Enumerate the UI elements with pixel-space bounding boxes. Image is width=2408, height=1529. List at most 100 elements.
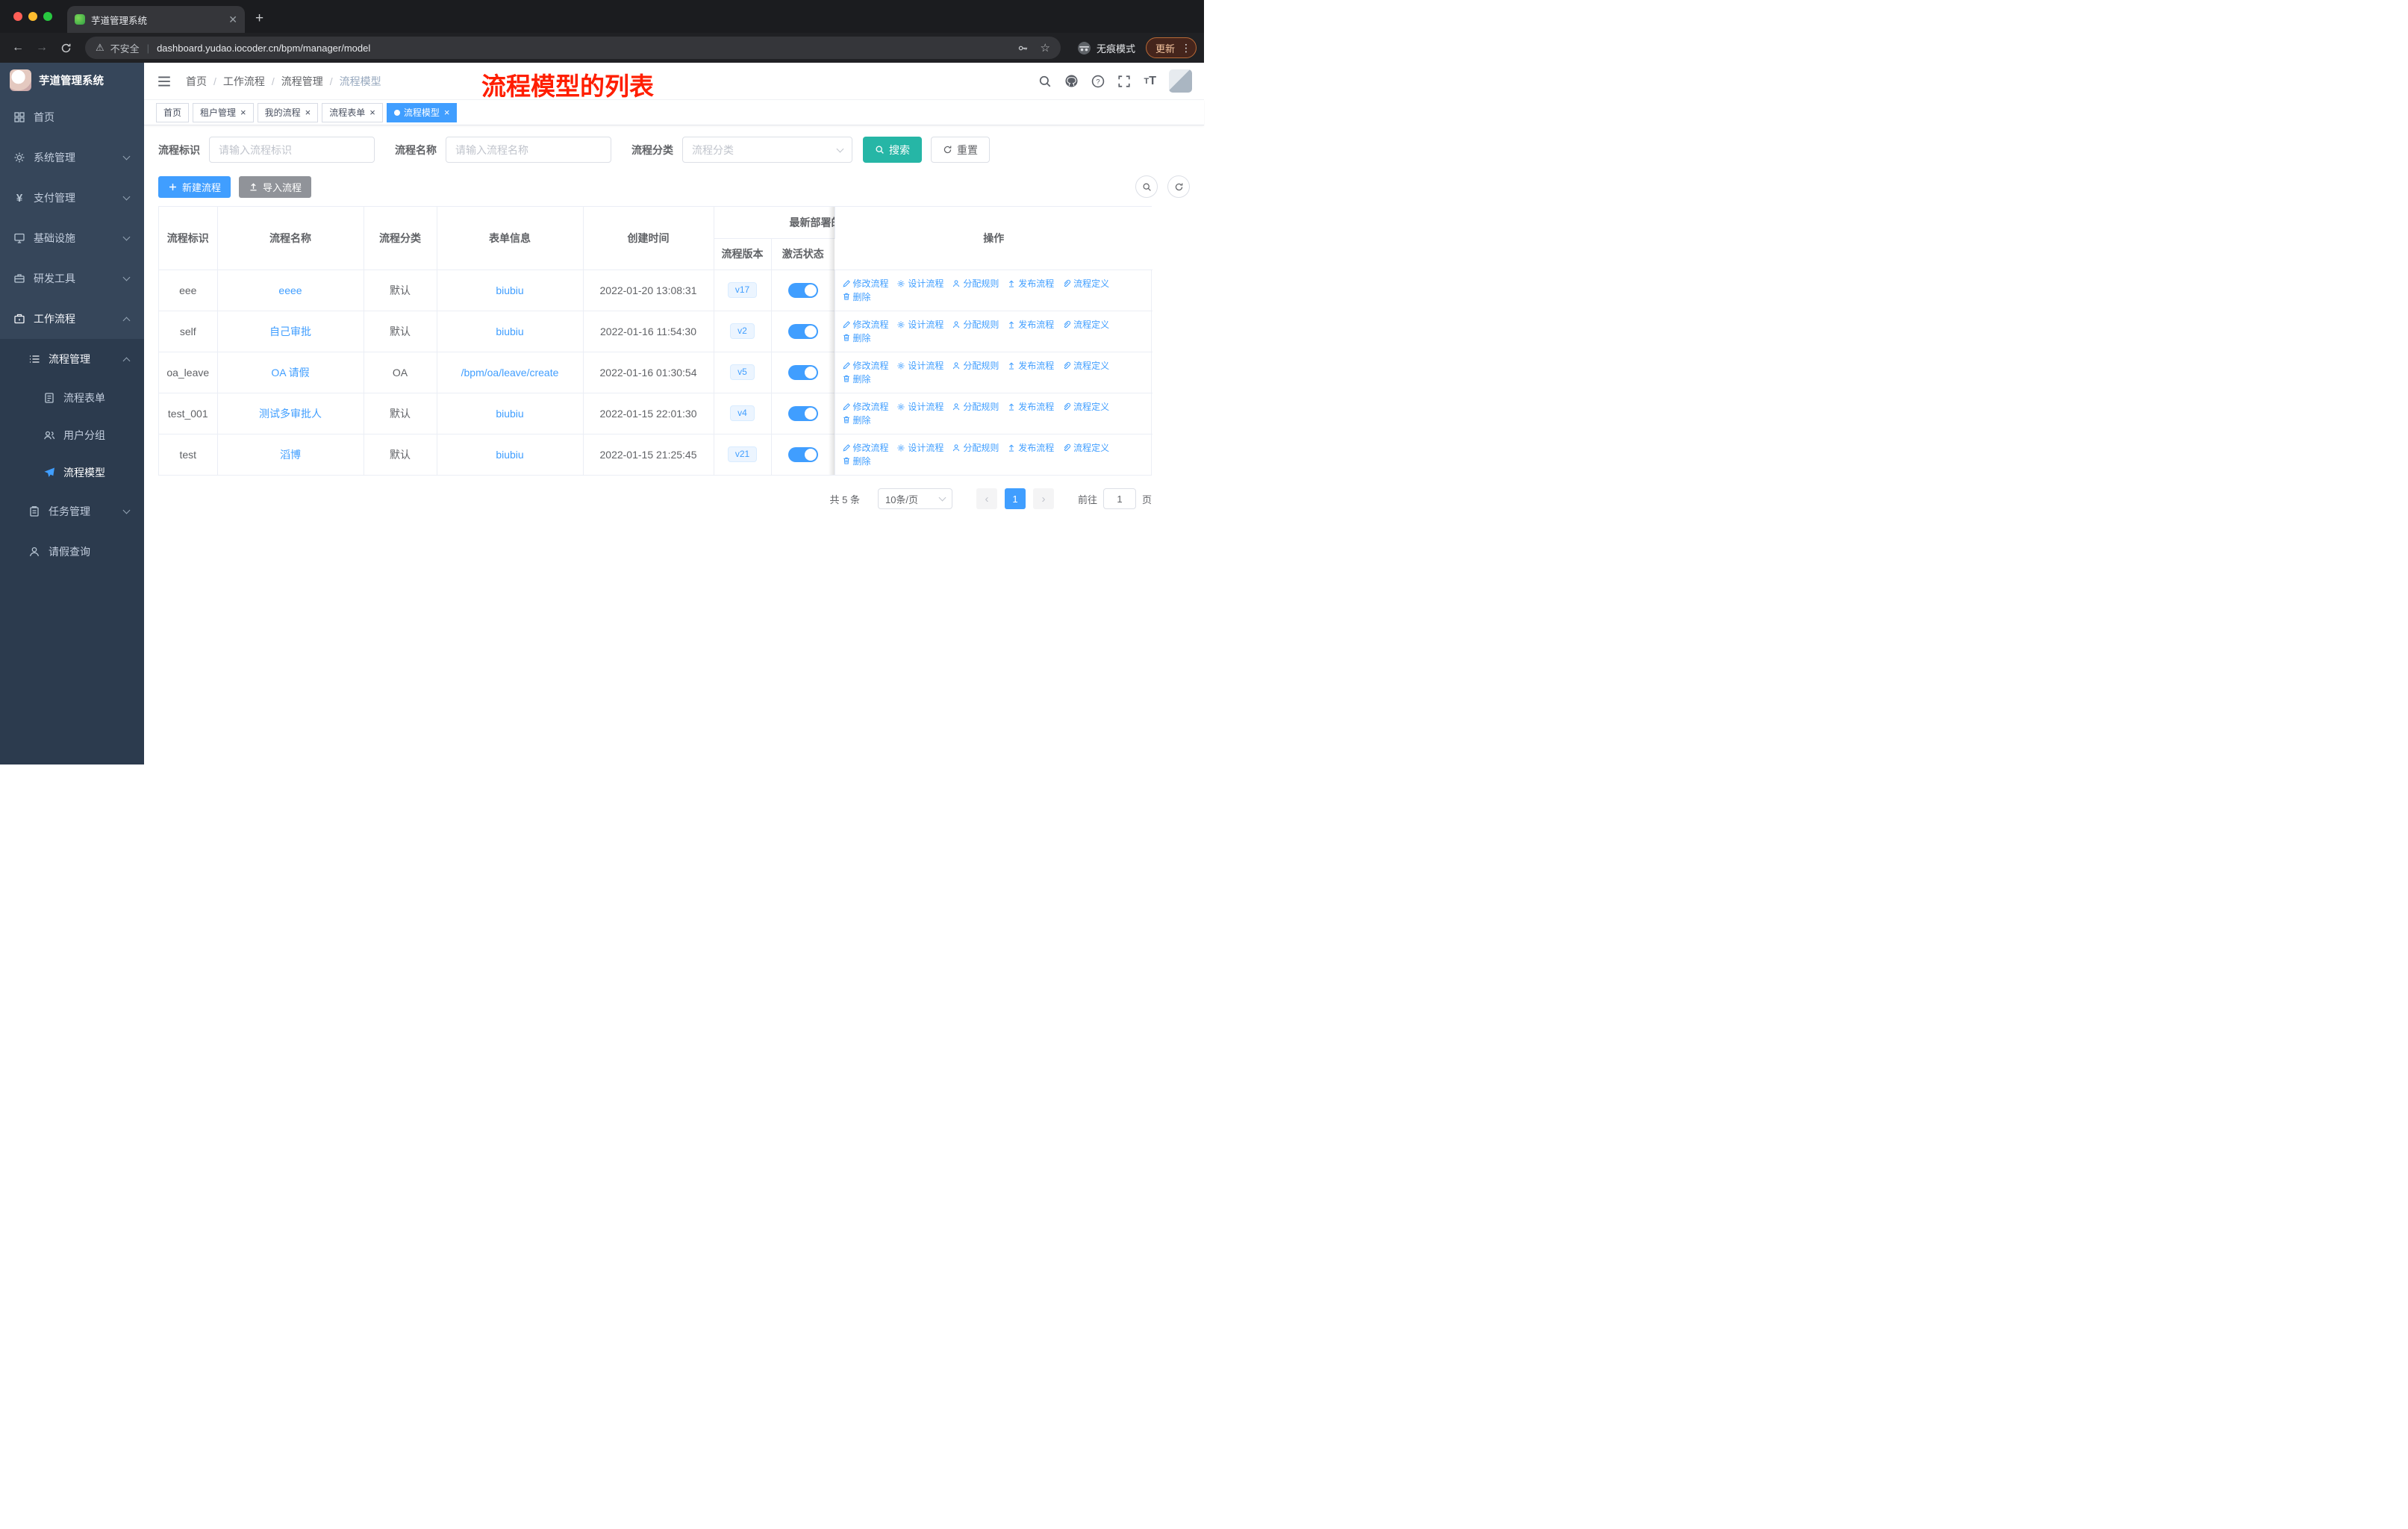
- close-icon[interactable]: ×: [240, 108, 246, 117]
- sidebar-item-workflow[interactable]: 工作流程: [0, 299, 144, 339]
- github-icon[interactable]: [1064, 74, 1079, 88]
- process-definition-link[interactable]: 流程定义: [1062, 400, 1109, 413]
- form-info-link[interactable]: biubiu: [496, 408, 523, 420]
- active-toggle[interactable]: [787, 364, 818, 380]
- publish-process-link[interactable]: 发布流程: [1007, 277, 1054, 290]
- page-size-select[interactable]: 10条/页: [877, 488, 952, 509]
- delete-process-link[interactable]: 删除: [842, 414, 871, 426]
- sidebar-item-process-management[interactable]: 流程管理: [0, 339, 144, 379]
- create-process-button[interactable]: 新建流程: [158, 175, 231, 198]
- prev-page-button[interactable]: ‹: [976, 488, 997, 509]
- goto-page-input[interactable]: [1102, 488, 1136, 509]
- tag-process-form[interactable]: 流程表单 ×: [322, 102, 383, 122]
- sidebar-item-devtools[interactable]: 研发工具: [0, 258, 144, 299]
- process-name-input[interactable]: [446, 137, 611, 163]
- sidebar-item-task-management[interactable]: 任务管理: [0, 491, 144, 532]
- back-button[interactable]: ←: [7, 37, 28, 58]
- breadcrumb-workflow[interactable]: 工作流程: [223, 74, 265, 89]
- font-size-icon[interactable]: TT: [1144, 75, 1156, 88]
- design-process-link[interactable]: 设计流程: [896, 318, 943, 331]
- browser-tab[interactable]: 芋道管理系统 ✕: [67, 6, 245, 33]
- active-toggle[interactable]: [787, 323, 818, 339]
- toggle-search-button[interactable]: [1135, 175, 1158, 198]
- sidebar-item-system[interactable]: 系统管理: [0, 137, 144, 178]
- edit-process-link[interactable]: 修改流程: [842, 318, 889, 331]
- publish-process-link[interactable]: 发布流程: [1007, 400, 1054, 413]
- page-1-button[interactable]: 1: [1004, 488, 1026, 509]
- reset-button[interactable]: 重置: [931, 137, 990, 163]
- form-info-link[interactable]: biubiu: [496, 449, 523, 461]
- tag-home[interactable]: 首页: [156, 102, 190, 122]
- process-category-select[interactable]: 流程分类: [682, 137, 852, 163]
- process-name-link[interactable]: 测试多审批人: [259, 408, 322, 420]
- edit-process-link[interactable]: 修改流程: [842, 359, 889, 372]
- update-button[interactable]: 更新 ⋮: [1145, 37, 1197, 58]
- edit-process-link[interactable]: 修改流程: [842, 441, 889, 454]
- process-definition-link[interactable]: 流程定义: [1062, 277, 1109, 290]
- refresh-table-button[interactable]: [1167, 175, 1190, 198]
- assign-rule-link[interactable]: 分配规则: [952, 277, 999, 290]
- design-process-link[interactable]: 设计流程: [896, 400, 943, 413]
- process-id-input[interactable]: [209, 137, 375, 163]
- incognito-badge[interactable]: 无痕模式: [1077, 41, 1135, 55]
- browser-menu-icon[interactable]: ⋮: [1181, 42, 1191, 55]
- reload-button[interactable]: [55, 37, 76, 58]
- form-info-link[interactable]: biubiu: [496, 284, 523, 296]
- sidebar-item-payment[interactable]: ¥ 支付管理: [0, 178, 144, 218]
- form-info-link[interactable]: /bpm/oa/leave/create: [461, 367, 559, 379]
- delete-process-link[interactable]: 删除: [842, 290, 871, 303]
- active-toggle[interactable]: [787, 282, 818, 298]
- publish-process-link[interactable]: 发布流程: [1007, 441, 1054, 454]
- publish-process-link[interactable]: 发布流程: [1007, 359, 1054, 372]
- password-key-icon[interactable]: [1017, 43, 1029, 54]
- active-toggle[interactable]: [787, 405, 818, 421]
- sidebar-item-leave-query[interactable]: 请假查询: [0, 532, 144, 572]
- delete-process-link[interactable]: 删除: [842, 331, 871, 344]
- process-name-link[interactable]: OA 请假: [271, 367, 309, 379]
- delete-process-link[interactable]: 删除: [842, 455, 871, 467]
- tab-close-icon[interactable]: ✕: [228, 14, 237, 25]
- close-icon[interactable]: ×: [444, 108, 450, 117]
- process-name-link[interactable]: 滔博: [280, 449, 301, 461]
- active-toggle[interactable]: [787, 446, 818, 462]
- bookmark-star-icon[interactable]: ☆: [1041, 41, 1050, 55]
- process-name-link[interactable]: eeee: [278, 284, 302, 296]
- search-icon[interactable]: [1038, 75, 1052, 88]
- assign-rule-link[interactable]: 分配规则: [952, 400, 999, 413]
- tag-my-process[interactable]: 我的流程 ×: [257, 102, 319, 122]
- sidebar-item-process-form[interactable]: 流程表单: [0, 379, 144, 417]
- minimize-window-button[interactable]: [28, 12, 37, 21]
- close-window-button[interactable]: [13, 12, 22, 21]
- maximize-window-button[interactable]: [43, 12, 52, 21]
- next-page-button[interactable]: ›: [1032, 488, 1054, 509]
- user-avatar[interactable]: [1169, 69, 1192, 93]
- breadcrumb-process-management[interactable]: 流程管理: [281, 74, 323, 89]
- edit-process-link[interactable]: 修改流程: [842, 400, 889, 413]
- assign-rule-link[interactable]: 分配规则: [952, 318, 999, 331]
- assign-rule-link[interactable]: 分配规则: [952, 359, 999, 372]
- forward-button[interactable]: →: [31, 37, 52, 58]
- edit-process-link[interactable]: 修改流程: [842, 277, 889, 290]
- collapse-sidebar-button[interactable]: [156, 73, 172, 90]
- delete-process-link[interactable]: 删除: [842, 373, 871, 385]
- search-button[interactable]: 搜索: [863, 137, 922, 163]
- design-process-link[interactable]: 设计流程: [896, 441, 943, 454]
- tag-process-model[interactable]: 流程模型 ×: [386, 102, 458, 122]
- help-icon[interactable]: ?: [1091, 75, 1105, 88]
- close-icon[interactable]: ×: [305, 108, 311, 117]
- process-definition-link[interactable]: 流程定义: [1062, 318, 1109, 331]
- sidebar-item-process-model[interactable]: 流程模型: [0, 454, 144, 491]
- close-icon[interactable]: ×: [369, 108, 375, 117]
- breadcrumb-home[interactable]: 首页: [186, 74, 207, 89]
- address-bar[interactable]: ⚠ 不安全 | dashboard.yudao.iocoder.cn/bpm/m…: [85, 37, 1061, 59]
- sidebar-item-user-group[interactable]: 用户分组: [0, 417, 144, 454]
- tag-tenant[interactable]: 租户管理 ×: [193, 102, 254, 122]
- form-info-link[interactable]: biubiu: [496, 326, 523, 337]
- fullscreen-icon[interactable]: [1117, 75, 1131, 88]
- assign-rule-link[interactable]: 分配规则: [952, 441, 999, 454]
- new-tab-button[interactable]: +: [255, 10, 263, 27]
- process-definition-link[interactable]: 流程定义: [1062, 359, 1109, 372]
- import-process-button[interactable]: 导入流程: [239, 175, 312, 198]
- process-name-link[interactable]: 自己审批: [269, 326, 311, 337]
- sidebar-item-infrastructure[interactable]: 基础设施: [0, 218, 144, 258]
